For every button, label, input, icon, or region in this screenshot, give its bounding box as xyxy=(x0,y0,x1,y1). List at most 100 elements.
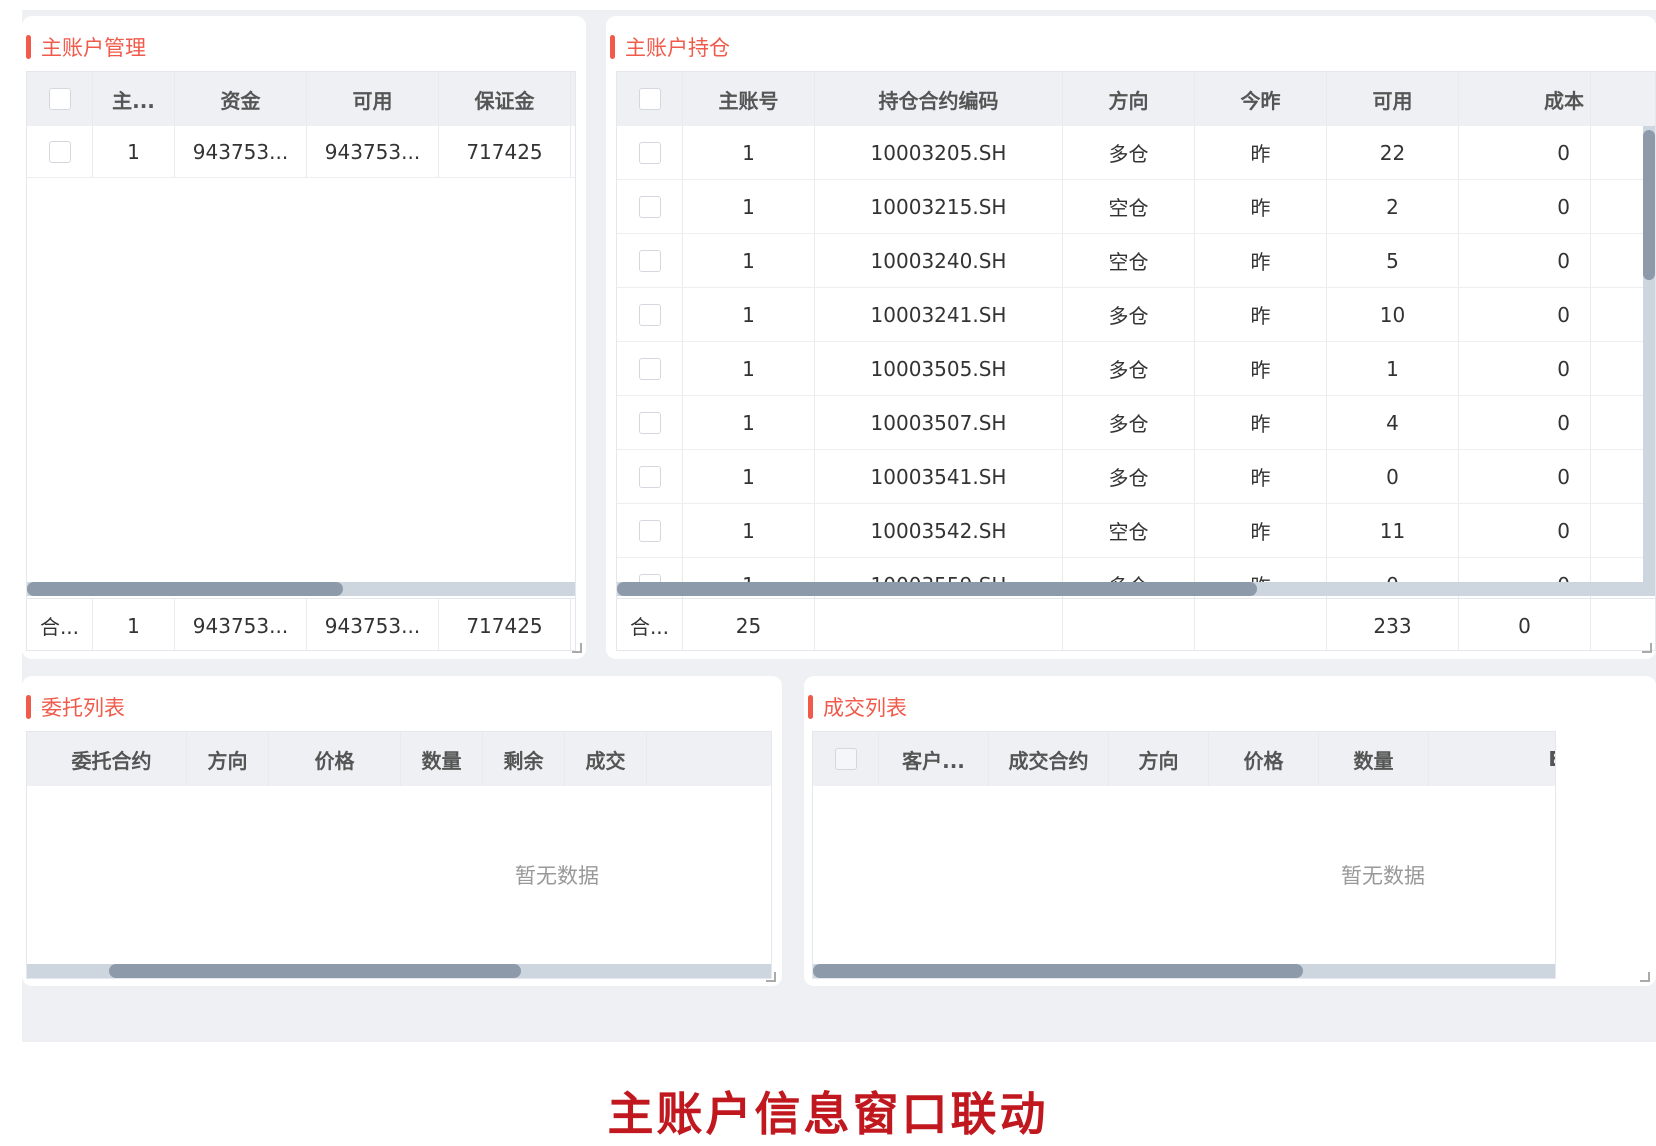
table-row[interactable]: 1 10003240.SH 空仓昨 5 0 xyxy=(617,234,1655,288)
row-checkbox[interactable] xyxy=(638,141,661,164)
column-header-funds[interactable]: 资金 xyxy=(175,72,307,126)
scrollbar-thumb[interactable] xyxy=(1643,130,1655,280)
horizontal-scrollbar[interactable] xyxy=(27,582,575,596)
column-header-price[interactable]: 价格 xyxy=(1209,732,1319,786)
row-checkbox-cell[interactable] xyxy=(617,288,683,341)
scrollbar-thumb[interactable] xyxy=(109,964,521,978)
column-header-client[interactable]: 客户... xyxy=(879,732,989,786)
row-checkbox[interactable] xyxy=(638,411,661,434)
cell-available: 22 xyxy=(1327,126,1459,179)
select-all-checkbox[interactable] xyxy=(48,88,71,110)
table-row[interactable]: 1 10003542.SH 空仓昨 11 0 xyxy=(617,504,1655,558)
cell-cost: 0 xyxy=(1459,342,1591,395)
row-checkbox[interactable] xyxy=(638,303,661,326)
cell-today-yesterday: 昨 xyxy=(1195,504,1327,557)
resize-handle[interactable] xyxy=(1642,643,1652,653)
select-all-checkbox-cell[interactable] xyxy=(617,72,683,126)
select-all-checkbox-cell[interactable] xyxy=(27,72,93,126)
summary-contract xyxy=(815,599,1063,650)
table-row[interactable]: 1 10003215.SH 空仓昨 2 0 xyxy=(617,180,1655,234)
column-header-margin[interactable]: 保证金 xyxy=(439,72,571,126)
cell-direction: 多仓 xyxy=(1063,126,1195,179)
column-header-direction[interactable]: 方向 xyxy=(1063,72,1195,126)
cell-today-yesterday: 昨 xyxy=(1195,342,1327,395)
row-checkbox-cell[interactable] xyxy=(617,126,683,179)
row-checkbox-cell[interactable] xyxy=(617,342,683,395)
resize-handle[interactable] xyxy=(766,972,776,982)
table-row[interactable]: 1 10003507.SH 多仓昨 4 0 xyxy=(617,396,1655,450)
table-row[interactable]: 1 10003241.SH 多仓昨 10 0 xyxy=(617,288,1655,342)
column-header-price[interactable]: 价格 xyxy=(269,732,401,786)
cell-cost: 0 xyxy=(1459,450,1591,503)
column-header-remaining[interactable]: 剩余 xyxy=(483,732,565,786)
summary-row: 合... 25 233 0 xyxy=(617,598,1655,650)
row-checkbox[interactable] xyxy=(638,195,661,218)
summary-today-yesterday xyxy=(1195,599,1327,650)
cell-account-no: 1 xyxy=(683,504,815,557)
cell-account-no: 1 xyxy=(683,234,815,287)
vertical-scrollbar[interactable] xyxy=(1643,126,1655,582)
column-header-available[interactable]: 可用 xyxy=(1327,72,1459,126)
cell-cost: 0 xyxy=(1459,180,1591,233)
row-checkbox[interactable] xyxy=(638,249,661,272)
cell-direction: 多仓 xyxy=(1063,450,1195,503)
row-checkbox[interactable] xyxy=(638,357,661,380)
row-checkbox-cell[interactable] xyxy=(27,126,93,177)
row-checkbox-cell[interactable] xyxy=(617,396,683,449)
cell-available: 4 xyxy=(1327,396,1459,449)
row-checkbox-cell[interactable] xyxy=(617,180,683,233)
cell-contract-code: 10003205.SH xyxy=(815,126,1063,179)
row-checkbox[interactable] xyxy=(48,140,71,163)
column-header-quantity[interactable]: 数量 xyxy=(401,732,483,786)
master-account-title: 主账户管理 xyxy=(26,32,146,62)
column-header-account[interactable]: 主... xyxy=(93,72,175,126)
table-row[interactable]: 1 10003505.SH 多仓昨 1 0 xyxy=(617,342,1655,396)
summary-row: 合... 1 943753... 943753... 717425 xyxy=(27,598,575,650)
column-header-direction[interactable]: 方向 xyxy=(1109,732,1209,786)
row-checkbox-cell[interactable] xyxy=(617,504,683,557)
scrollbar-thumb[interactable] xyxy=(813,964,1303,978)
row-checkbox[interactable] xyxy=(638,519,661,542)
column-header-cost[interactable]: 成本 xyxy=(1459,72,1591,126)
column-header-today-yesterday[interactable]: 今昨 xyxy=(1195,72,1327,126)
column-header-trade-contract[interactable]: 成交合约 xyxy=(989,732,1109,786)
cell-contract-code: 10003215.SH xyxy=(815,180,1063,233)
resize-handle[interactable] xyxy=(572,643,582,653)
cell-available: 11 xyxy=(1327,504,1459,557)
column-header-filled[interactable]: 成交 xyxy=(565,732,647,786)
cell-contract-code: 10003240.SH xyxy=(815,234,1063,287)
cell-available: 1 xyxy=(1327,342,1459,395)
column-header-order-contract[interactable]: 委托合约 xyxy=(27,732,187,786)
master-account-title-text: 主账户管理 xyxy=(41,36,146,60)
resize-handle[interactable] xyxy=(1640,972,1650,982)
column-header-quantity[interactable]: 数量 xyxy=(1319,732,1429,786)
column-header-available[interactable]: 可用 xyxy=(307,72,439,126)
cell-account-no: 1 xyxy=(683,396,815,449)
figure-caption: 主账户信息窗口联动 xyxy=(607,1087,1049,1141)
select-all-checkbox-cell[interactable] xyxy=(813,732,879,786)
cell-cost: 0 xyxy=(1459,234,1591,287)
column-header-direction[interactable]: 方向 xyxy=(187,732,269,786)
summary-margin: 717425 xyxy=(439,599,571,650)
horizontal-scrollbar[interactable] xyxy=(617,582,1655,596)
table-row[interactable]: 1 10003205.SH 多仓昨 22 0 xyxy=(617,126,1655,180)
cell-today-yesterday: 昨 xyxy=(1195,288,1327,341)
scrollbar-thumb[interactable] xyxy=(617,582,1257,596)
row-checkbox[interactable] xyxy=(638,465,661,488)
row-checkbox-cell[interactable] xyxy=(617,234,683,287)
summary-available: 943753... xyxy=(307,599,439,650)
cell-available: 5 xyxy=(1327,234,1459,287)
column-header-truncated[interactable]: E xyxy=(1429,732,1555,786)
column-header-account-no[interactable]: 主账号 xyxy=(683,72,815,126)
table-row[interactable]: 1 943753... 943753... 717425 xyxy=(27,126,575,178)
table-row[interactable]: 1 10003541.SH 多仓昨 0 0 xyxy=(617,450,1655,504)
row-checkbox-cell[interactable] xyxy=(617,450,683,503)
horizontal-scrollbar[interactable] xyxy=(813,964,1555,978)
select-all-checkbox[interactable] xyxy=(834,748,857,770)
scrollbar-thumb[interactable] xyxy=(27,582,343,596)
select-all-checkbox[interactable] xyxy=(638,88,661,110)
cell-available: 943753... xyxy=(307,126,439,177)
column-header-contract-code[interactable]: 持仓合约编码 xyxy=(815,72,1063,126)
master-positions-title-text: 主账户持仓 xyxy=(625,36,730,60)
horizontal-scrollbar[interactable] xyxy=(27,964,771,978)
